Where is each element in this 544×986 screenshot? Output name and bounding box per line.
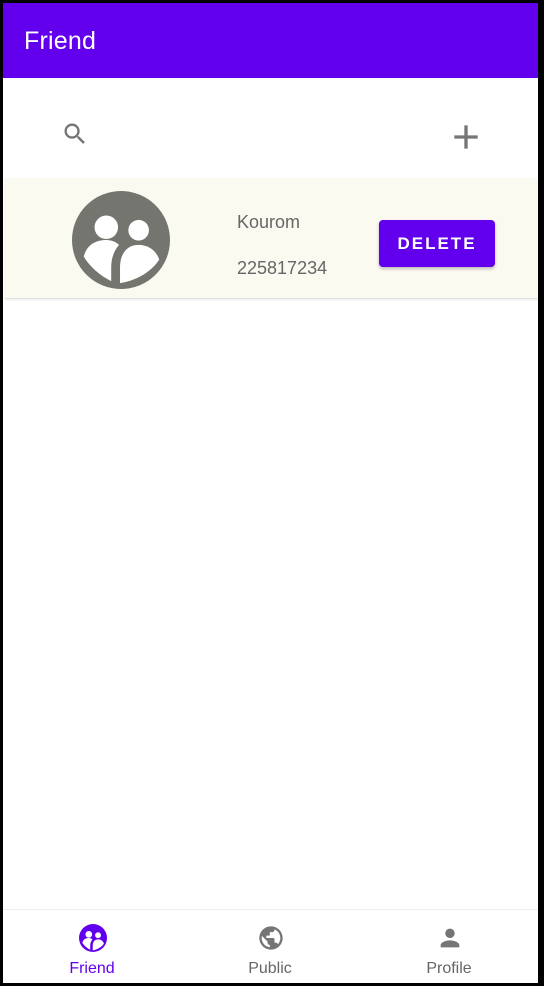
plus-icon — [454, 125, 478, 149]
friend-id: 225817234 — [237, 258, 328, 278]
app-bar: Friend — [3, 3, 538, 78]
group-icon — [72, 191, 170, 289]
nav-label-profile: Profile — [426, 960, 472, 977]
toolbar — [3, 78, 538, 178]
nav-label-public: Public — [248, 960, 292, 977]
app-screen: Friend Kourom 225817234 DELETE Friend Pu… — [3, 3, 538, 983]
search-icon — [64, 123, 85, 144]
friend-list-item[interactable]: Kourom 225817234 DELETE — [5, 178, 538, 299]
nav-item-public[interactable]: Public — [181, 910, 359, 983]
nav-item-friend[interactable]: Friend — [3, 910, 181, 983]
group-icon — [79, 924, 107, 952]
bottom-navigation: Friend Public Profile — [3, 909, 538, 983]
delete-button[interactable]: DELETE — [379, 220, 495, 267]
nav-label-friend: Friend — [69, 960, 115, 977]
person-icon — [440, 928, 460, 948]
nav-item-profile[interactable]: Profile — [360, 910, 538, 983]
search-button[interactable] — [55, 114, 95, 154]
add-friend-button[interactable] — [443, 114, 489, 160]
page-title: Friend — [24, 27, 97, 55]
friend-name: Kourom — [237, 212, 301, 232]
globe-icon — [259, 926, 283, 950]
